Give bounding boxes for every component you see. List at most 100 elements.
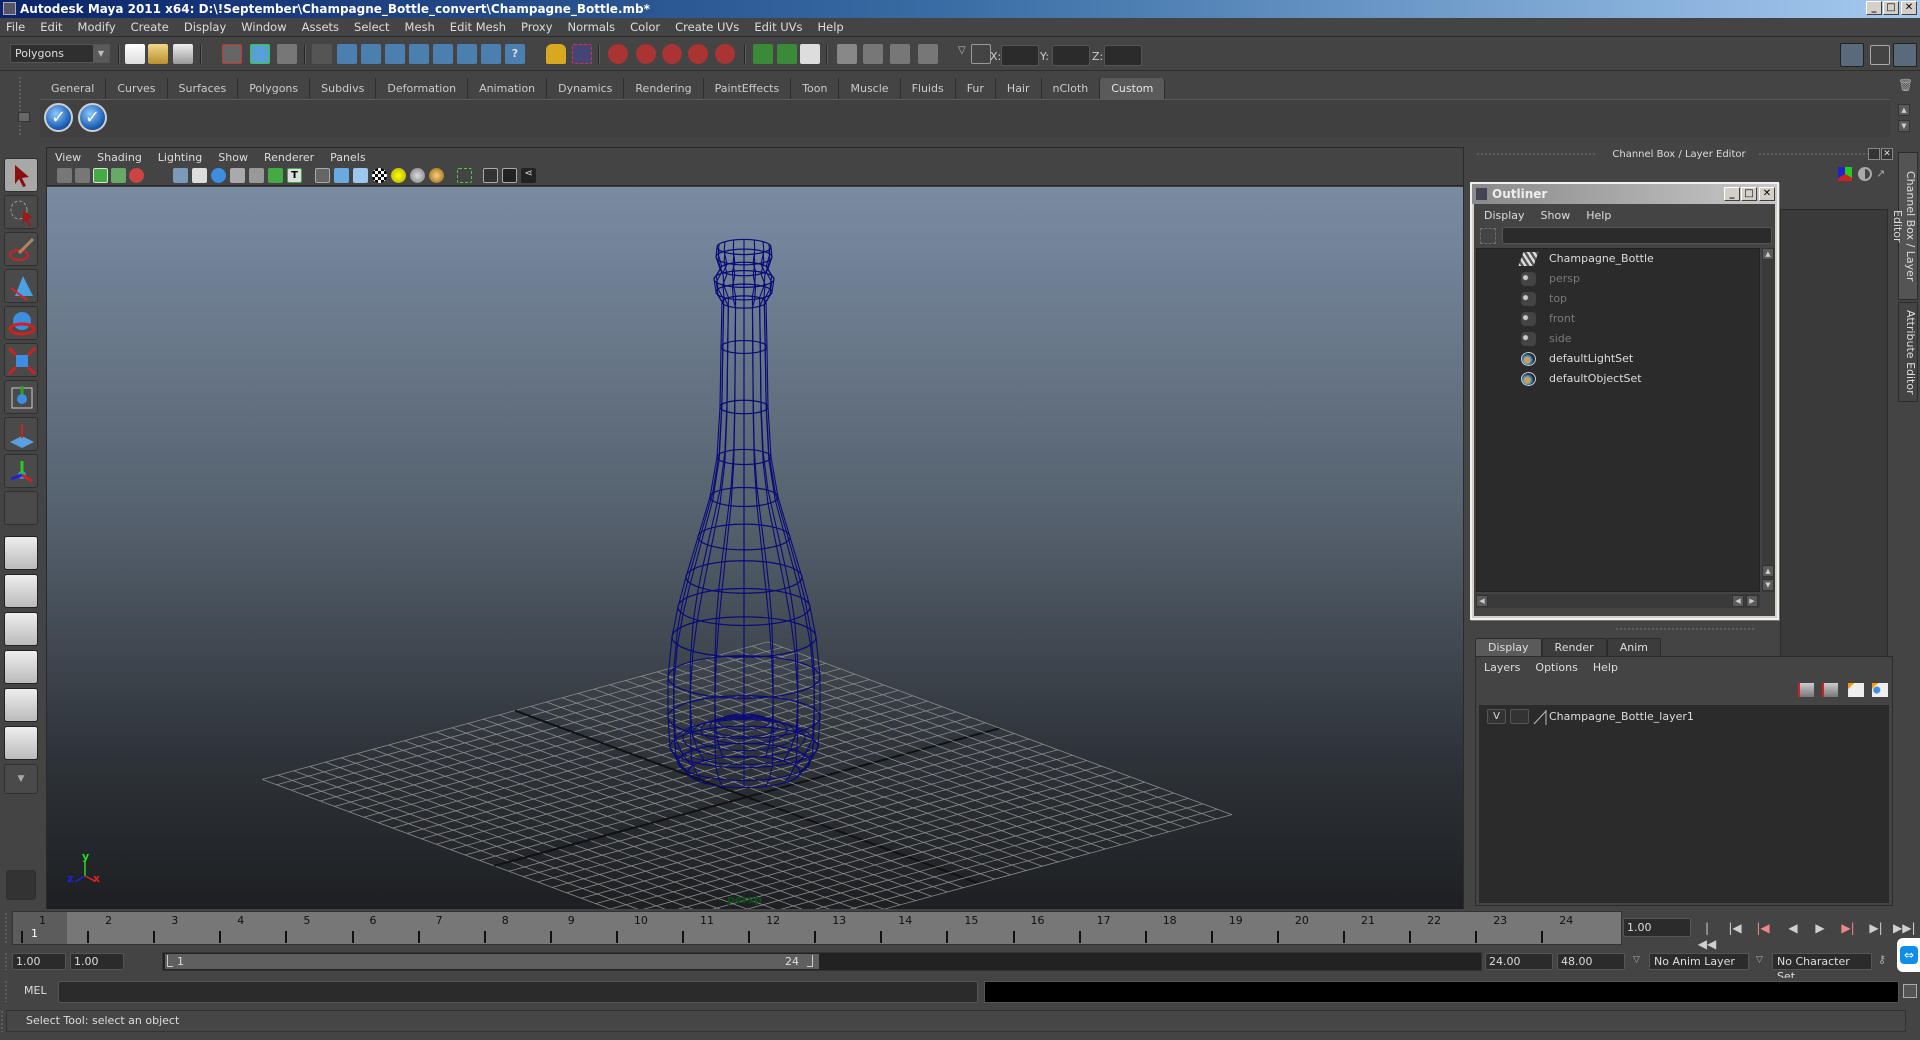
film-gate-icon[interactable] <box>192 168 207 183</box>
save-scene-icon[interactable] <box>173 44 193 64</box>
show-tool-settings-icon[interactable] <box>1870 45 1890 65</box>
menu-color[interactable]: Color <box>630 20 660 34</box>
anim-layer-dropdown-icon[interactable]: ▽ <box>1633 955 1640 965</box>
select-deformations-icon[interactable] <box>433 44 453 64</box>
input-output-connections-icon[interactable] <box>753 44 773 64</box>
menu-proxy[interactable]: Proxy <box>521 20 553 34</box>
move-tool-icon[interactable] <box>4 269 38 303</box>
scale-tool-icon[interactable] <box>4 343 38 377</box>
shelf-tab-animation[interactable]: Animation <box>468 78 548 99</box>
play-forwards-button[interactable]: ▶ <box>1810 920 1830 936</box>
outliner-item[interactable]: Champagne_Bottle <box>1477 249 1759 269</box>
isolate-select-icon[interactable] <box>457 168 472 183</box>
lock-selection-icon[interactable] <box>546 44 566 64</box>
persp-graph-hypergraph-layout-icon[interactable] <box>4 726 38 760</box>
outliner-item[interactable]: side <box>1477 329 1759 349</box>
menu-window[interactable]: Window <box>241 20 286 34</box>
lasso-tool-icon[interactable] <box>4 195 38 229</box>
time-slider[interactable]: 1 1 2 3 4 5 6 7 8 9 10 11 12 13 14 15 16 17 18 19 20 21 22 23 2… <box>12 911 1622 945</box>
camera-attributes-icon[interactable] <box>75 168 90 183</box>
smooth-shade-icon[interactable] <box>334 168 349 183</box>
resolution-gate-icon[interactable] <box>211 168 226 183</box>
menu-select[interactable]: Select <box>354 20 389 34</box>
play-backwards-button[interactable]: ◀ <box>1783 920 1803 936</box>
grid-icon[interactable] <box>173 168 188 183</box>
layer-tab-render[interactable]: Render <box>1541 638 1607 656</box>
render-settings-icon[interactable] <box>890 44 910 64</box>
maximize-button[interactable]: □ <box>1883 1 1899 15</box>
minimize-button[interactable]: _ <box>1866 1 1882 15</box>
scroll-up-icon[interactable]: ▲ <box>1762 248 1774 260</box>
scroll-right-icon[interactable]: ◀ <box>1732 595 1744 607</box>
time-slider-grip[interactable] <box>4 912 9 944</box>
open-scene-icon[interactable] <box>148 44 168 64</box>
outliner-filter-input[interactable] <box>1502 227 1772 244</box>
textured-icon[interactable] <box>372 168 387 183</box>
character-set-dropdown-icon[interactable]: ▽ <box>1756 955 1763 965</box>
menu-mesh[interactable]: Mesh <box>405 20 435 34</box>
layer-tab-display[interactable]: Display <box>1475 638 1542 656</box>
viewport-menu-lighting[interactable]: Lighting <box>158 151 202 164</box>
filter-icon[interactable] <box>1480 228 1496 244</box>
current-time-field[interactable]: 1.00 <box>1623 918 1691 937</box>
step-forward-key-button[interactable]: ▶| <box>1838 920 1858 936</box>
outliner-menu-help[interactable]: Help <box>1586 209 1611 222</box>
ipr-render-icon[interactable] <box>863 44 883 64</box>
side-tab-attribute-editor[interactable]: Attribute Editor <box>1898 302 1918 402</box>
show-channel-box-icon[interactable] <box>1893 43 1917 67</box>
outliner-item[interactable]: top <box>1477 289 1759 309</box>
shelf-menu-button[interactable] <box>18 112 30 122</box>
render-current-frame-icon[interactable] <box>800 44 820 64</box>
2d-pan-zoom-icon[interactable] <box>129 168 144 183</box>
xray-active-components-icon[interactable] <box>502 168 517 183</box>
step-forward-frame-button[interactable]: ▶| <box>1866 920 1886 936</box>
outliner-item[interactable]: persp <box>1477 269 1759 289</box>
field-chart-icon[interactable] <box>249 168 264 183</box>
rotate-tool-icon[interactable] <box>4 306 38 340</box>
bookmarks-icon[interactable] <box>93 168 108 183</box>
menu-create-uvs[interactable]: Create UVs <box>675 20 739 34</box>
shelf-trash-icon[interactable]: 🗑 <box>1898 78 1913 92</box>
construction-history-icon[interactable] <box>777 44 797 64</box>
layer-editor-grip[interactable] <box>1615 627 1755 631</box>
float-panel-icon[interactable] <box>1868 148 1880 160</box>
script-editor-icon[interactable] <box>1903 984 1917 998</box>
wireframe-icon[interactable] <box>315 168 330 183</box>
selection-mask-icon[interactable] <box>312 44 332 64</box>
gate-mask-icon[interactable] <box>230 168 245 183</box>
create-empty-layer-icon[interactable] <box>1848 683 1864 697</box>
channel-box-arrow-icon[interactable]: ↗ <box>1876 167 1888 181</box>
four-view-layout-icon[interactable] <box>4 574 38 608</box>
step-back-frame-button[interactable]: |◀ <box>1725 920 1745 936</box>
select-rendering-icon[interactable] <box>481 44 501 64</box>
universal-manipulator-icon[interactable] <box>4 380 38 414</box>
close-button[interactable]: ✕ <box>1901 1 1917 15</box>
anim-layer-dropdown[interactable]: No Anim Layer <box>1649 953 1749 970</box>
command-line-grip[interactable] <box>4 980 9 1002</box>
shelf-scroll-down[interactable]: ▼ <box>1898 120 1910 132</box>
menu-set-selector[interactable]: Polygons ▼ <box>10 44 110 63</box>
move-layer-up-icon[interactable] <box>1798 683 1814 697</box>
outliner-horizontal-scrollbar[interactable]: ◀ ◀ ▶ <box>1476 594 1760 608</box>
snap-to-points-icon[interactable] <box>662 44 682 64</box>
scroll-down-icon[interactable]: ▲ <box>1762 565 1774 577</box>
xray-joints-icon[interactable]: ⋖ <box>521 168 536 183</box>
shelf-tab-painteffects[interactable]: PaintEffects <box>703 78 792 99</box>
menu-create[interactable]: Create <box>131 20 169 34</box>
shelf-scroll-up[interactable]: ▲ <box>1898 104 1910 116</box>
menu-help[interactable]: Help <box>818 20 844 34</box>
render-view-icon[interactable] <box>837 44 857 64</box>
shelf-tab-general[interactable]: General <box>40 78 107 99</box>
menu-modify[interactable]: Modify <box>78 20 116 34</box>
layer-row[interactable]: V Champagne_Bottle_layer1 <box>1483 708 1883 726</box>
hypershade-persp-layout-icon[interactable] <box>4 688 38 722</box>
persp-outliner-layout-icon[interactable] <box>4 612 38 646</box>
shelf-tab-rendering[interactable]: Rendering <box>624 78 704 99</box>
select-by-component-type-icon[interactable] <box>277 44 297 64</box>
shelf-tab-dynamics[interactable]: Dynamics <box>547 78 625 99</box>
make-live-icon[interactable] <box>715 44 735 64</box>
absolute-transform-icon[interactable] <box>971 44 991 64</box>
shelf-tab-fur[interactable]: Fur <box>955 78 996 99</box>
outliner-menu-display[interactable]: Display <box>1484 209 1525 222</box>
shelf-tab-ncloth[interactable]: nCloth <box>1041 78 1101 99</box>
